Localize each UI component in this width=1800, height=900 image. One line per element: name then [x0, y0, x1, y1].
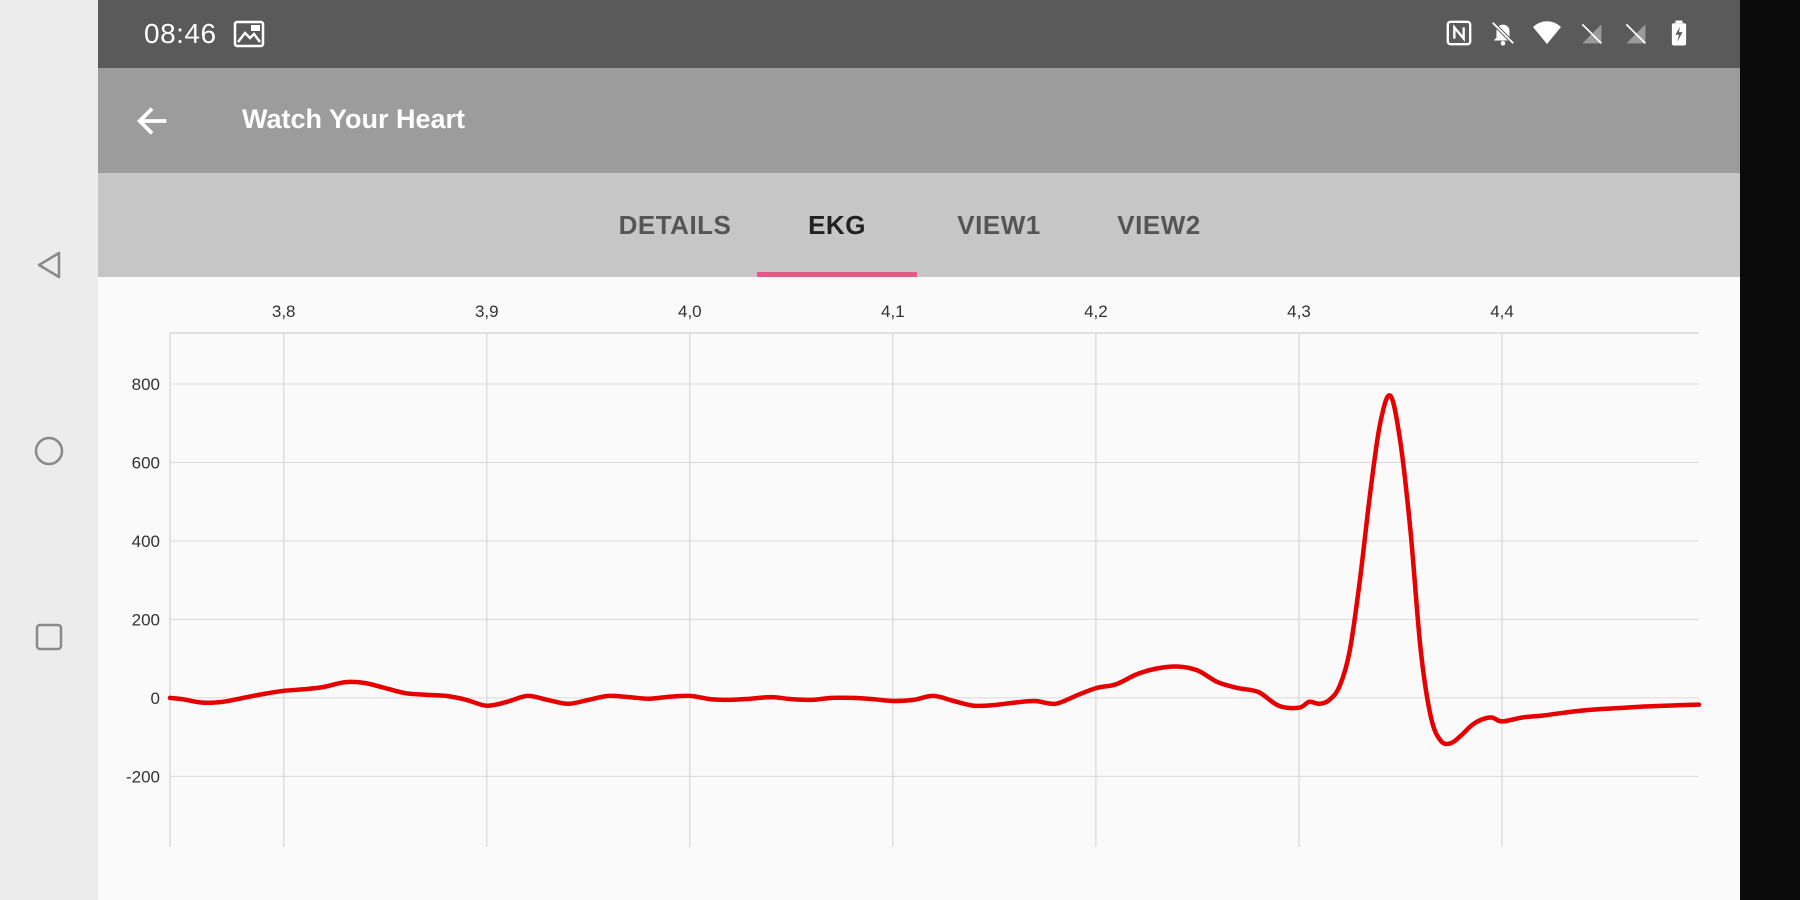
y-tick-label: 400 [132, 532, 160, 551]
no-sim-icon [1620, 18, 1650, 48]
tab-view1[interactable]: VIEW1 [924, 173, 1074, 277]
back-button[interactable] [128, 96, 178, 146]
status-bar: 08:46 [98, 0, 1740, 68]
gallery-icon [233, 20, 265, 48]
tab-details-label: DETAILS [618, 209, 732, 240]
device-bezel [1740, 0, 1800, 900]
home-nav-button[interactable] [22, 424, 76, 478]
bell-off-icon [1488, 18, 1518, 48]
ekg-chart-svg: 800 600 400 200 0 -200 3,8 3,9 4,0 4,1 4,2 4,3 4,4 [126, 302, 1702, 847]
app-title: Watch Your Heart [242, 104, 466, 134]
x-tick-label: 3,8 [272, 302, 296, 321]
tab-details[interactable]: DETAILS [600, 173, 750, 277]
recents-nav-button[interactable] [22, 610, 76, 664]
y-tick-label: 600 [132, 453, 160, 472]
x-tick-label: 4,4 [1490, 302, 1514, 321]
tab-bar: DETAILS EKG VIEW1 VIEW2 [98, 173, 1740, 277]
y-tick-label: 800 [132, 375, 160, 394]
status-time: 08:46 [144, 18, 217, 49]
x-tick-label: 4,2 [1084, 302, 1108, 321]
battery-icon [1664, 18, 1694, 48]
nfc-icon [1444, 18, 1474, 48]
home-circle-icon [34, 436, 64, 466]
x-tick-label: 4,1 [881, 302, 905, 321]
ekg-series-line [167, 393, 1702, 747]
x-tick-label: 3,9 [475, 302, 499, 321]
tab-ekg-label: EKG [808, 209, 866, 240]
ekg-chart[interactable]: 800 600 400 200 0 -200 3,8 3,9 4,0 4,1 4,2 4,3 4,4 [98, 277, 1740, 900]
y-tick-label: 200 [132, 610, 160, 629]
wifi-icon [1532, 18, 1562, 48]
status-icons [1444, 18, 1694, 48]
no-sim-icon [1576, 18, 1606, 48]
system-navigation-bar [0, 0, 98, 900]
app-bar: Watch Your Heart [98, 68, 1740, 173]
x-tick-label: 4,0 [678, 302, 702, 321]
x-tick-label: 4,3 [1287, 302, 1311, 321]
recents-square-icon [35, 623, 63, 651]
y-tick-label: 0 [151, 689, 160, 708]
tab-view2[interactable]: VIEW2 [1084, 173, 1234, 277]
tab-ekg[interactable]: EKG [757, 173, 917, 277]
app-screen: 08:46 Watch Your Heart DETAILS EKG VIEW1… [98, 0, 1740, 900]
back-triangle-icon [37, 251, 61, 279]
y-tick-label: -200 [126, 767, 160, 786]
tab-view2-label: VIEW2 [1117, 209, 1201, 240]
tab-view1-label: VIEW1 [957, 209, 1041, 240]
back-nav-button[interactable] [22, 238, 76, 292]
arrow-left-icon [137, 107, 167, 135]
